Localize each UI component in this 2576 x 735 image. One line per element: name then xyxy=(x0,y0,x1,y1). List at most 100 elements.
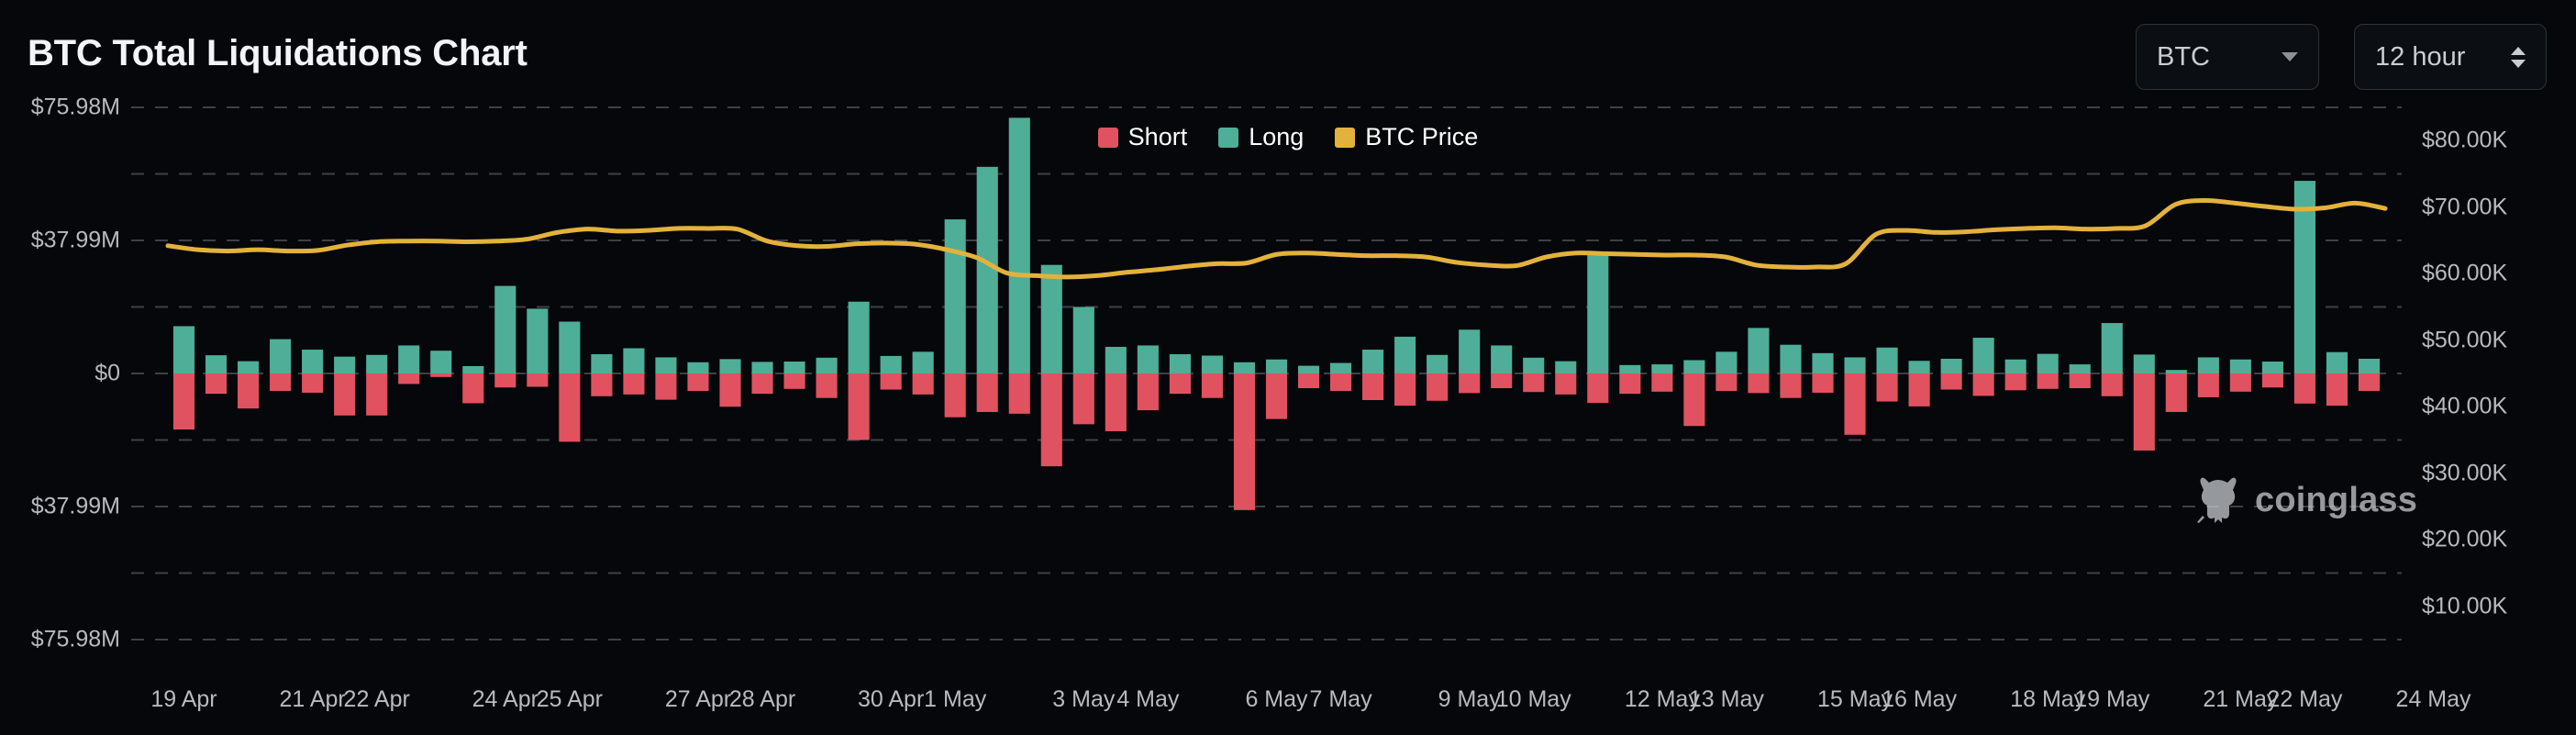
bar-long[interactable] xyxy=(1009,117,1030,373)
bar-long[interactable] xyxy=(2262,362,2283,373)
bar-long[interactable] xyxy=(719,359,740,373)
bar-short[interactable] xyxy=(2037,373,2059,389)
bar-short[interactable] xyxy=(205,373,227,394)
bar-short[interactable] xyxy=(1941,373,1962,390)
bar-long[interactable] xyxy=(205,355,227,373)
bar-short[interactable] xyxy=(913,373,934,395)
bar-long[interactable] xyxy=(945,219,966,373)
bar-short[interactable] xyxy=(719,373,740,406)
bar-short[interactable] xyxy=(1105,373,1127,431)
bar-short[interactable] xyxy=(881,373,902,390)
bar-short[interactable] xyxy=(2070,373,2091,388)
bar-short[interactable] xyxy=(1362,373,1383,400)
bar-short[interactable] xyxy=(1780,373,1801,398)
bar-short[interactable] xyxy=(1170,373,1191,394)
bar-long[interactable] xyxy=(2326,352,2348,373)
bar-long[interactable] xyxy=(623,349,644,373)
bar-short[interactable] xyxy=(655,373,676,400)
bar-short[interactable] xyxy=(2134,373,2155,451)
bar-long[interactable] xyxy=(527,308,548,373)
bar-long[interactable] xyxy=(1491,345,1512,373)
bar-long[interactable] xyxy=(849,302,870,373)
bar-short[interactable] xyxy=(1909,373,1930,406)
bar-short[interactable] xyxy=(1683,373,1704,426)
bar-long[interactable] xyxy=(2230,360,2251,373)
bar-short[interactable] xyxy=(1555,373,1576,395)
bar-short[interactable] xyxy=(687,373,708,391)
bar-long[interactable] xyxy=(655,357,676,373)
bar-short[interactable] xyxy=(1651,373,1672,392)
bar-long[interactable] xyxy=(1780,345,1801,373)
bar-long[interactable] xyxy=(1170,354,1191,373)
bar-long[interactable] xyxy=(1105,347,1127,373)
bar-long[interactable] xyxy=(1138,345,1159,373)
bar-short[interactable] xyxy=(1234,373,1255,510)
bar-short[interactable] xyxy=(1491,373,1512,388)
bar-long[interactable] xyxy=(1973,338,1994,373)
bar-long[interactable] xyxy=(1909,361,1930,373)
bar-long[interactable] xyxy=(1812,353,1833,373)
bar-short[interactable] xyxy=(2326,373,2348,406)
bar-short[interactable] xyxy=(238,373,259,408)
bar-long[interactable] xyxy=(1394,337,1416,373)
bar-long[interactable] xyxy=(1234,362,1255,373)
bar-long[interactable] xyxy=(1202,356,1223,373)
bar-short[interactable] xyxy=(1427,373,1448,401)
bar-long[interactable] xyxy=(559,322,580,373)
bar-long[interactable] xyxy=(1683,360,1704,373)
bar-short[interactable] xyxy=(1619,373,1640,394)
bar-short[interactable] xyxy=(334,373,355,416)
bar-long[interactable] xyxy=(366,355,387,373)
bar-short[interactable] xyxy=(527,373,548,387)
bar-long[interactable] xyxy=(1844,357,1865,373)
bar-long[interactable] xyxy=(1266,360,1287,373)
bar-long[interactable] xyxy=(1651,364,1672,373)
bar-long[interactable] xyxy=(430,351,451,373)
bar-long[interactable] xyxy=(881,356,902,373)
bar-short[interactable] xyxy=(1973,373,1994,395)
bar-long[interactable] xyxy=(462,366,483,373)
bar-long[interactable] xyxy=(2070,364,2091,373)
bar-long[interactable] xyxy=(173,326,194,373)
bar-long[interactable] xyxy=(1298,366,1319,373)
bar-short[interactable] xyxy=(1523,373,1544,392)
bar-short[interactable] xyxy=(2262,373,2283,387)
bar-short[interactable] xyxy=(1298,373,1319,388)
bar-long[interactable] xyxy=(334,357,355,373)
bar-short[interactable] xyxy=(1748,373,1769,393)
bar-long[interactable] xyxy=(2037,354,2059,373)
bar-short[interactable] xyxy=(591,373,612,396)
bar-short[interactable] xyxy=(1812,373,1833,393)
bar-short[interactable] xyxy=(849,373,870,440)
bar-short[interactable] xyxy=(462,373,483,403)
bar-short[interactable] xyxy=(1202,373,1223,398)
bar-short[interactable] xyxy=(1844,373,1865,435)
bar-long[interactable] xyxy=(1523,358,1544,373)
bar-short[interactable] xyxy=(2166,373,2187,412)
bar-short[interactable] xyxy=(494,373,516,387)
bar-short[interactable] xyxy=(1394,373,1416,406)
interval-select-dropdown[interactable]: 12 hour xyxy=(2354,24,2547,90)
bar-short[interactable] xyxy=(430,373,451,377)
bar-long[interactable] xyxy=(2359,359,2380,373)
bar-long[interactable] xyxy=(1330,363,1351,373)
bar-short[interactable] xyxy=(1009,373,1030,414)
bar-short[interactable] xyxy=(270,373,291,391)
bar-long[interactable] xyxy=(1876,348,1897,373)
bar-long[interactable] xyxy=(1073,306,1094,373)
coin-select-dropdown[interactable]: BTC xyxy=(2136,24,2319,90)
bar-long[interactable] xyxy=(1619,365,1640,373)
bar-long[interactable] xyxy=(751,362,772,373)
bar-long[interactable] xyxy=(816,358,838,373)
bar-short[interactable] xyxy=(173,373,194,429)
bar-short[interactable] xyxy=(2294,373,2315,404)
bar-long[interactable] xyxy=(2102,323,2123,373)
bar-long[interactable] xyxy=(1941,359,1962,373)
bar-short[interactable] xyxy=(1266,373,1287,419)
bar-long[interactable] xyxy=(238,362,259,373)
bar-short[interactable] xyxy=(751,373,772,394)
bar-long[interactable] xyxy=(1555,362,1576,373)
bar-long[interactable] xyxy=(1587,252,1608,373)
legend-item-long[interactable]: Long xyxy=(1218,123,1304,151)
bar-short[interactable] xyxy=(1138,373,1159,410)
